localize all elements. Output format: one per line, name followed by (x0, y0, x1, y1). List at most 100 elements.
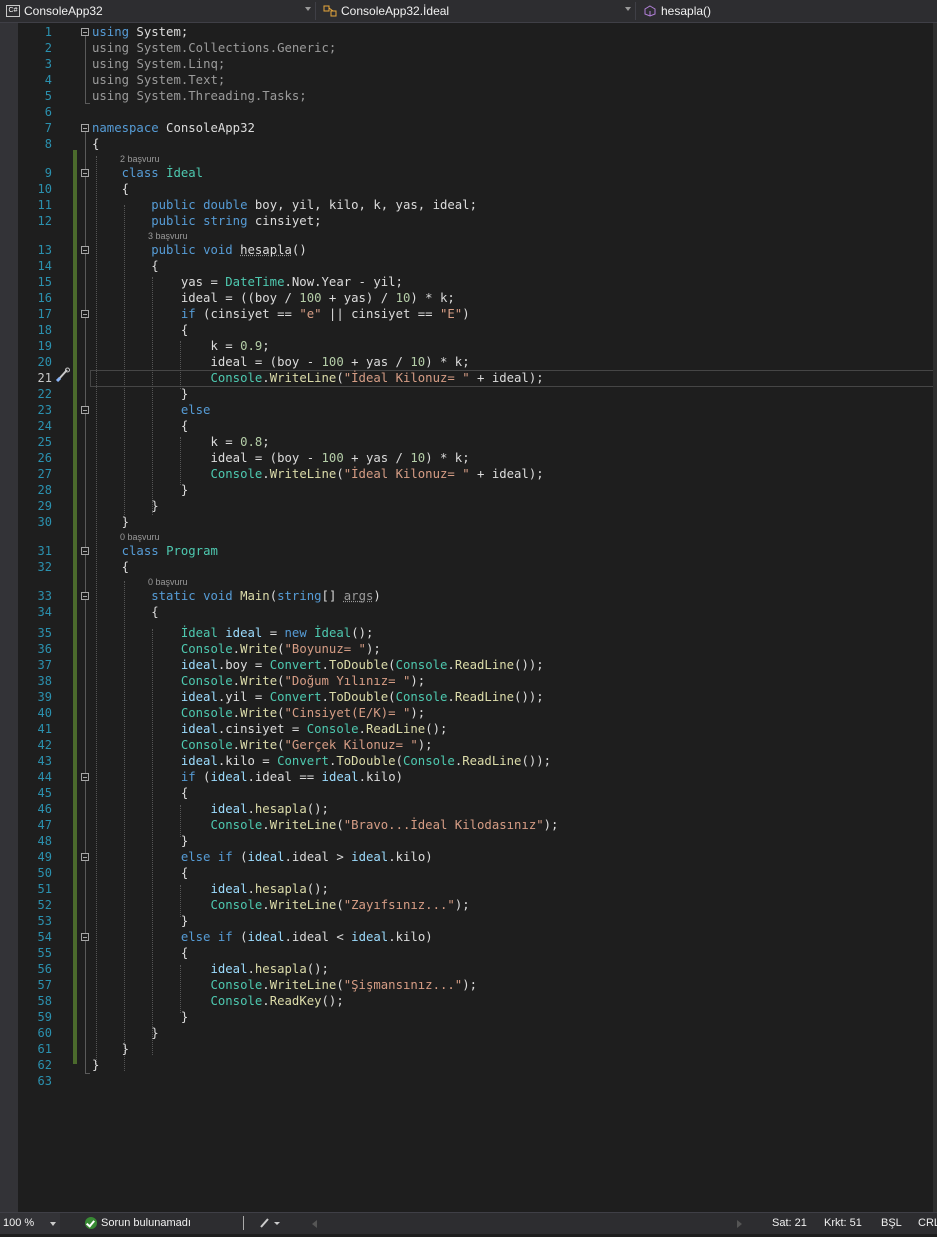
column-indicator[interactable]: Krkt: 51 (824, 1213, 862, 1234)
line-number-margin: 1 2 3 4 5 6 7 8 9 10 11 12 13 14 15 16 17 18 19 20 21 22 23 24 2… (18, 23, 58, 1212)
code-cleanup-brush-icon[interactable] (259, 1216, 281, 1237)
code-line: using System.Collections.Generic; (92, 41, 337, 55)
zoom-level: 100 % (3, 1217, 35, 1229)
vertical-scrollbar[interactable] (933, 23, 937, 1212)
line-number: 24 (37, 419, 52, 433)
line-number: 57 (37, 978, 52, 992)
line-number: 3 (44, 57, 52, 71)
scroll-left-icon[interactable] (312, 1220, 317, 1228)
collapse-toggle[interactable] (81, 124, 89, 132)
line-number: 43 (37, 754, 52, 768)
code-line: Console.ReadKey(); (210, 994, 344, 1008)
line-number: 49 (37, 850, 52, 864)
line-number: 63 (37, 1074, 52, 1088)
zoom-dropdown[interactable]: 100 % (0, 1213, 60, 1234)
code-line: } (92, 1058, 100, 1072)
line-number: 47 (37, 818, 52, 832)
collapse-toggle[interactable] (81, 853, 89, 861)
collapse-toggle[interactable] (81, 246, 89, 254)
codelens-references[interactable]: 2 başvuru (120, 153, 160, 165)
collapse-toggle[interactable] (81, 547, 89, 555)
code-line: ideal = (boy - 100 + yas / 10) * k; (92, 355, 470, 369)
line-number: 42 (37, 738, 52, 752)
code-line: ideal.hesapla(); (210, 882, 329, 896)
issues-indicator[interactable]: Sorun bulunamadı (101, 1213, 191, 1234)
code-line: } (92, 387, 189, 401)
code-line: Console.WriteLine("İdeal Kilonuz= " + id… (210, 371, 544, 385)
scroll-right-icon[interactable] (737, 1220, 742, 1228)
line-number: 31 (37, 544, 52, 558)
insert-mode-indicator[interactable]: BŞL (881, 1213, 902, 1234)
collapse-toggle[interactable] (81, 592, 89, 600)
line-number: 56 (37, 962, 52, 976)
line-number: 26 (37, 451, 52, 465)
line-number: 50 (37, 866, 52, 880)
status-divider (243, 1216, 244, 1230)
member-dropdown-label: hesapla() (661, 4, 712, 18)
collapse-toggle[interactable] (81, 933, 89, 941)
code-line: ideal.boy = Convert.ToDouble(Console.Rea… (180, 658, 544, 672)
code-line: ideal.kilo = Convert.ToDouble(Console.Re… (180, 754, 552, 768)
code-line: { (92, 946, 189, 960)
collapse-toggle[interactable] (81, 169, 89, 177)
line-number: 23 (37, 403, 52, 417)
code-line: Console.WriteLine("Zayıfsınız..."); (210, 898, 470, 912)
code-line: { (92, 259, 159, 273)
horizontal-scrollbar[interactable] (312, 1218, 742, 1229)
code-line: } (92, 515, 130, 529)
line-indicator[interactable]: Sat: 21 (772, 1213, 807, 1234)
code-line: Console.Write("Cinsiyet(E/K)= "); (180, 706, 426, 720)
status-bar: 100 % Sorun bulunamadı Sat: 21 Krkt: 51 … (0, 1212, 937, 1234)
line-number: 34 (37, 605, 52, 619)
code-line: } (92, 914, 189, 928)
collapse-toggle[interactable] (81, 773, 89, 781)
csharp-project-icon: C# (6, 5, 20, 17)
line-number: 9 (44, 166, 52, 180)
collapse-toggle[interactable] (81, 28, 89, 36)
line-number: 2 (44, 41, 52, 55)
line-number: 55 (37, 946, 52, 960)
project-dropdown[interactable]: C# ConsoleApp32 (2, 2, 316, 20)
line-number: 30 (37, 515, 52, 529)
line-number: 39 (37, 690, 52, 704)
line-number: 14 (37, 259, 52, 273)
line-number: 54 (37, 930, 52, 944)
line-number: 58 (37, 994, 52, 1008)
code-line: static void Main(string[] args) (151, 589, 381, 603)
line-number: 32 (37, 560, 52, 574)
code-line: Console.Write("Doğum Yılınız= "); (180, 674, 426, 688)
code-line: using System.Threading.Tasks; (92, 89, 307, 103)
line-number: 12 (37, 214, 52, 228)
line-number: 20 (37, 355, 52, 369)
quick-actions-brush-icon[interactable] (55, 367, 71, 383)
class-dropdown-label: ConsoleApp32.İdeal (341, 4, 450, 18)
code-line: public double boy, yil, kilo, k, yas, id… (151, 198, 477, 212)
line-number: 40 (37, 706, 52, 720)
line-number: 6 (44, 105, 52, 119)
codelens-references[interactable]: 3 başvuru (148, 230, 188, 242)
line-number: 5 (44, 89, 52, 103)
change-tracking-margin (73, 150, 77, 1064)
code-line: class Program (121, 544, 218, 558)
codelens-references[interactable]: 0 başvuru (148, 576, 188, 588)
code-line: class İdeal (121, 166, 204, 180)
line-number: 36 (37, 642, 52, 656)
class-dropdown[interactable]: ConsoleApp32.İdeal (319, 2, 636, 20)
codelens-references[interactable]: 0 başvuru (120, 531, 160, 543)
line-number: 21 (37, 371, 52, 385)
code-line: Console.Write("Gerçek Kilonuz= "); (180, 738, 433, 752)
code-line: ideal = ((boy / 100 + yas) / 10) * k; (92, 291, 455, 305)
line-ending-indicator[interactable]: CRL (918, 1213, 937, 1234)
code-line: namespace ConsoleApp32 (92, 121, 255, 135)
code-line: public void hesapla() (151, 243, 307, 257)
code-editor[interactable]: 1 2 3 4 5 6 7 8 9 10 11 12 13 14 15 16 17 18 19 20 21 22 23 24 2… (0, 23, 937, 1212)
member-dropdown[interactable]: hesapla() (639, 2, 937, 20)
collapse-toggle[interactable] (81, 406, 89, 414)
code-line: { (92, 323, 189, 337)
code-line: else if (ideal.ideal < ideal.kilo) (180, 930, 433, 944)
code-line: } (92, 1042, 130, 1056)
line-number: 13 (37, 243, 52, 257)
code-line: ideal.hesapla(); (210, 802, 329, 816)
collapse-toggle[interactable] (81, 310, 89, 318)
code-line: } (92, 1010, 189, 1024)
